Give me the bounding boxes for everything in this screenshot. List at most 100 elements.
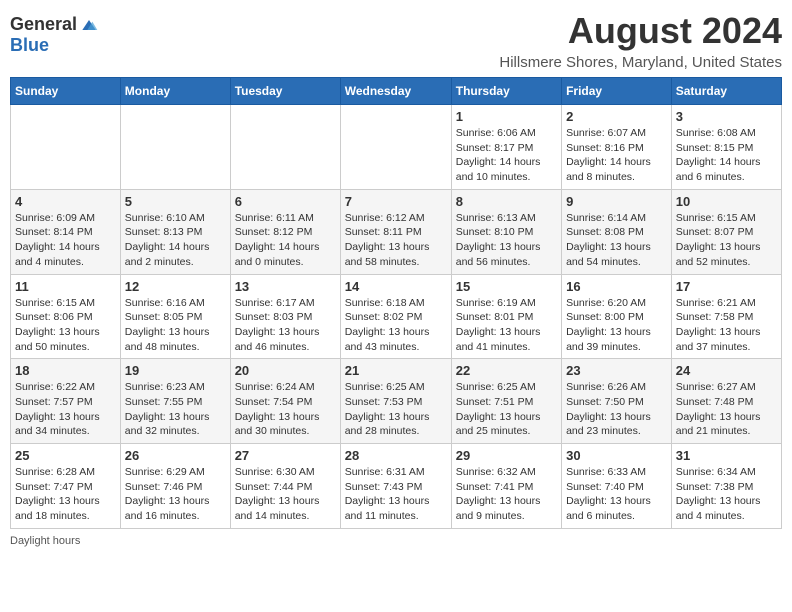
day-number: 17 bbox=[676, 279, 777, 294]
calendar-week-5: 25 Sunrise: 6:28 AM Sunset: 7:47 PM Dayli… bbox=[11, 444, 782, 529]
day-number: 24 bbox=[676, 363, 777, 378]
day-number: 1 bbox=[456, 109, 557, 124]
calendar-cell bbox=[11, 105, 121, 190]
day-info: Sunrise: 6:28 AM Sunset: 7:47 PM Dayligh… bbox=[15, 465, 116, 524]
day-info: Sunrise: 6:17 AM Sunset: 8:03 PM Dayligh… bbox=[235, 296, 336, 355]
title-section: August 2024 Hillsmere Shores, Maryland, … bbox=[499, 10, 782, 71]
day-info: Sunrise: 6:30 AM Sunset: 7:44 PM Dayligh… bbox=[235, 465, 336, 524]
day-number: 25 bbox=[15, 448, 116, 463]
calendar-cell: 26 Sunrise: 6:29 AM Sunset: 7:46 PM Dayli… bbox=[120, 444, 230, 529]
calendar-cell: 3 Sunrise: 6:08 AM Sunset: 8:15 PM Daylig… bbox=[671, 105, 781, 190]
day-info: Sunrise: 6:15 AM Sunset: 8:06 PM Dayligh… bbox=[15, 296, 116, 355]
calendar-cell: 20 Sunrise: 6:24 AM Sunset: 7:54 PM Dayli… bbox=[230, 359, 340, 444]
calendar-cell: 14 Sunrise: 6:18 AM Sunset: 8:02 PM Dayli… bbox=[340, 274, 451, 359]
calendar-cell: 1 Sunrise: 6:06 AM Sunset: 8:17 PM Daylig… bbox=[451, 105, 561, 190]
day-number: 21 bbox=[345, 363, 447, 378]
month-title: August 2024 bbox=[499, 10, 782, 52]
day-info: Sunrise: 6:18 AM Sunset: 8:02 PM Dayligh… bbox=[345, 296, 447, 355]
day-number: 4 bbox=[15, 194, 116, 209]
day-info: Sunrise: 6:06 AM Sunset: 8:17 PM Dayligh… bbox=[456, 126, 557, 185]
calendar-cell: 11 Sunrise: 6:15 AM Sunset: 8:06 PM Dayli… bbox=[11, 274, 121, 359]
calendar-cell: 4 Sunrise: 6:09 AM Sunset: 8:14 PM Daylig… bbox=[11, 189, 121, 274]
calendar-week-1: 1 Sunrise: 6:06 AM Sunset: 8:17 PM Daylig… bbox=[11, 105, 782, 190]
day-number: 20 bbox=[235, 363, 336, 378]
day-info: Sunrise: 6:07 AM Sunset: 8:16 PM Dayligh… bbox=[566, 126, 667, 185]
day-number: 5 bbox=[125, 194, 226, 209]
day-number: 30 bbox=[566, 448, 667, 463]
calendar-cell: 2 Sunrise: 6:07 AM Sunset: 8:16 PM Daylig… bbox=[562, 105, 672, 190]
day-info: Sunrise: 6:32 AM Sunset: 7:41 PM Dayligh… bbox=[456, 465, 557, 524]
calendar-week-3: 11 Sunrise: 6:15 AM Sunset: 8:06 PM Dayli… bbox=[11, 274, 782, 359]
day-info: Sunrise: 6:16 AM Sunset: 8:05 PM Dayligh… bbox=[125, 296, 226, 355]
day-info: Sunrise: 6:14 AM Sunset: 8:08 PM Dayligh… bbox=[566, 211, 667, 270]
day-info: Sunrise: 6:20 AM Sunset: 8:00 PM Dayligh… bbox=[566, 296, 667, 355]
calendar-cell: 15 Sunrise: 6:19 AM Sunset: 8:01 PM Dayli… bbox=[451, 274, 561, 359]
day-info: Sunrise: 6:19 AM Sunset: 8:01 PM Dayligh… bbox=[456, 296, 557, 355]
calendar-table: SundayMondayTuesdayWednesdayThursdayFrid… bbox=[10, 77, 782, 529]
day-info: Sunrise: 6:25 AM Sunset: 7:51 PM Dayligh… bbox=[456, 380, 557, 439]
location-title: Hillsmere Shores, Maryland, United State… bbox=[499, 54, 782, 71]
calendar-cell: 17Sunrise: 6:21 AM Sunset: 7:58 PM Dayli… bbox=[671, 274, 781, 359]
day-info: Sunrise: 6:10 AM Sunset: 8:13 PM Dayligh… bbox=[125, 211, 226, 270]
calendar-cell: 10Sunrise: 6:15 AM Sunset: 8:07 PM Dayli… bbox=[671, 189, 781, 274]
day-number: 19 bbox=[125, 363, 226, 378]
weekday-header-sunday: Sunday bbox=[11, 78, 121, 105]
logo-icon bbox=[79, 15, 99, 35]
day-number: 29 bbox=[456, 448, 557, 463]
day-number: 31 bbox=[676, 448, 777, 463]
calendar-cell bbox=[340, 105, 451, 190]
calendar-cell: 25 Sunrise: 6:28 AM Sunset: 7:47 PM Dayli… bbox=[11, 444, 121, 529]
day-info: Sunrise: 6:11 AM Sunset: 8:12 PM Dayligh… bbox=[235, 211, 336, 270]
day-number: 8 bbox=[456, 194, 557, 209]
calendar-cell: 22 Sunrise: 6:25 AM Sunset: 7:51 PM Dayli… bbox=[451, 359, 561, 444]
calendar-cell: 21 Sunrise: 6:25 AM Sunset: 7:53 PM Dayli… bbox=[340, 359, 451, 444]
calendar-cell bbox=[120, 105, 230, 190]
day-number: 11 bbox=[15, 279, 116, 294]
calendar-cell: 24 Sunrise: 6:27 AM Sunset: 7:48 PM Dayli… bbox=[671, 359, 781, 444]
day-info: Sunrise: 6:29 AM Sunset: 7:46 PM Dayligh… bbox=[125, 465, 226, 524]
calendar-cell: 31 Sunrise: 6:34 AM Sunset: 7:38 PM Dayli… bbox=[671, 444, 781, 529]
day-info: Sunrise: 6:34 AM Sunset: 7:38 PM Dayligh… bbox=[676, 465, 777, 524]
logo: General Blue bbox=[10, 14, 99, 56]
day-number: 23 bbox=[566, 363, 667, 378]
day-number: 3 bbox=[676, 109, 777, 124]
calendar-cell: 29 Sunrise: 6:32 AM Sunset: 7:41 PM Dayli… bbox=[451, 444, 561, 529]
day-number: 26 bbox=[125, 448, 226, 463]
calendar-cell: 8Sunrise: 6:13 AM Sunset: 8:10 PM Daylig… bbox=[451, 189, 561, 274]
day-number: 2 bbox=[566, 109, 667, 124]
day-number: 14 bbox=[345, 279, 447, 294]
calendar-cell: 19Sunrise: 6:23 AM Sunset: 7:55 PM Dayli… bbox=[120, 359, 230, 444]
day-number: 12 bbox=[125, 279, 226, 294]
day-number: 10 bbox=[676, 194, 777, 209]
page-header: General Blue August 2024 Hillsmere Shore… bbox=[10, 10, 782, 71]
weekday-header-saturday: Saturday bbox=[671, 78, 781, 105]
calendar-week-4: 18 Sunrise: 6:22 AM Sunset: 7:57 PM Dayli… bbox=[11, 359, 782, 444]
day-info: Sunrise: 6:08 AM Sunset: 8:15 PM Dayligh… bbox=[676, 126, 777, 185]
logo-general: General bbox=[10, 14, 77, 35]
day-info: Sunrise: 6:09 AM Sunset: 8:14 PM Dayligh… bbox=[15, 211, 116, 270]
calendar-cell: 12 Sunrise: 6:16 AM Sunset: 8:05 PM Dayli… bbox=[120, 274, 230, 359]
day-number: 18 bbox=[15, 363, 116, 378]
day-number: 13 bbox=[235, 279, 336, 294]
day-number: 6 bbox=[235, 194, 336, 209]
calendar-week-2: 4 Sunrise: 6:09 AM Sunset: 8:14 PM Daylig… bbox=[11, 189, 782, 274]
day-info: Sunrise: 6:27 AM Sunset: 7:48 PM Dayligh… bbox=[676, 380, 777, 439]
calendar-cell: 18 Sunrise: 6:22 AM Sunset: 7:57 PM Dayli… bbox=[11, 359, 121, 444]
day-number: 27 bbox=[235, 448, 336, 463]
calendar-cell: 5 Sunrise: 6:10 AM Sunset: 8:13 PM Daylig… bbox=[120, 189, 230, 274]
day-info: Sunrise: 6:33 AM Sunset: 7:40 PM Dayligh… bbox=[566, 465, 667, 524]
calendar-cell: 9Sunrise: 6:14 AM Sunset: 8:08 PM Daylig… bbox=[562, 189, 672, 274]
day-info: Sunrise: 6:31 AM Sunset: 7:43 PM Dayligh… bbox=[345, 465, 447, 524]
weekday-header-tuesday: Tuesday bbox=[230, 78, 340, 105]
day-number: 16 bbox=[566, 279, 667, 294]
day-info: Sunrise: 6:22 AM Sunset: 7:57 PM Dayligh… bbox=[15, 380, 116, 439]
day-info: Sunrise: 6:26 AM Sunset: 7:50 PM Dayligh… bbox=[566, 380, 667, 439]
footer-note: Daylight hours bbox=[10, 535, 782, 547]
weekday-header-friday: Friday bbox=[562, 78, 672, 105]
calendar-cell: 27 Sunrise: 6:30 AM Sunset: 7:44 PM Dayli… bbox=[230, 444, 340, 529]
day-number: 22 bbox=[456, 363, 557, 378]
day-info: Sunrise: 6:25 AM Sunset: 7:53 PM Dayligh… bbox=[345, 380, 447, 439]
day-info: Sunrise: 6:24 AM Sunset: 7:54 PM Dayligh… bbox=[235, 380, 336, 439]
day-number: 15 bbox=[456, 279, 557, 294]
day-info: Sunrise: 6:12 AM Sunset: 8:11 PM Dayligh… bbox=[345, 211, 447, 270]
